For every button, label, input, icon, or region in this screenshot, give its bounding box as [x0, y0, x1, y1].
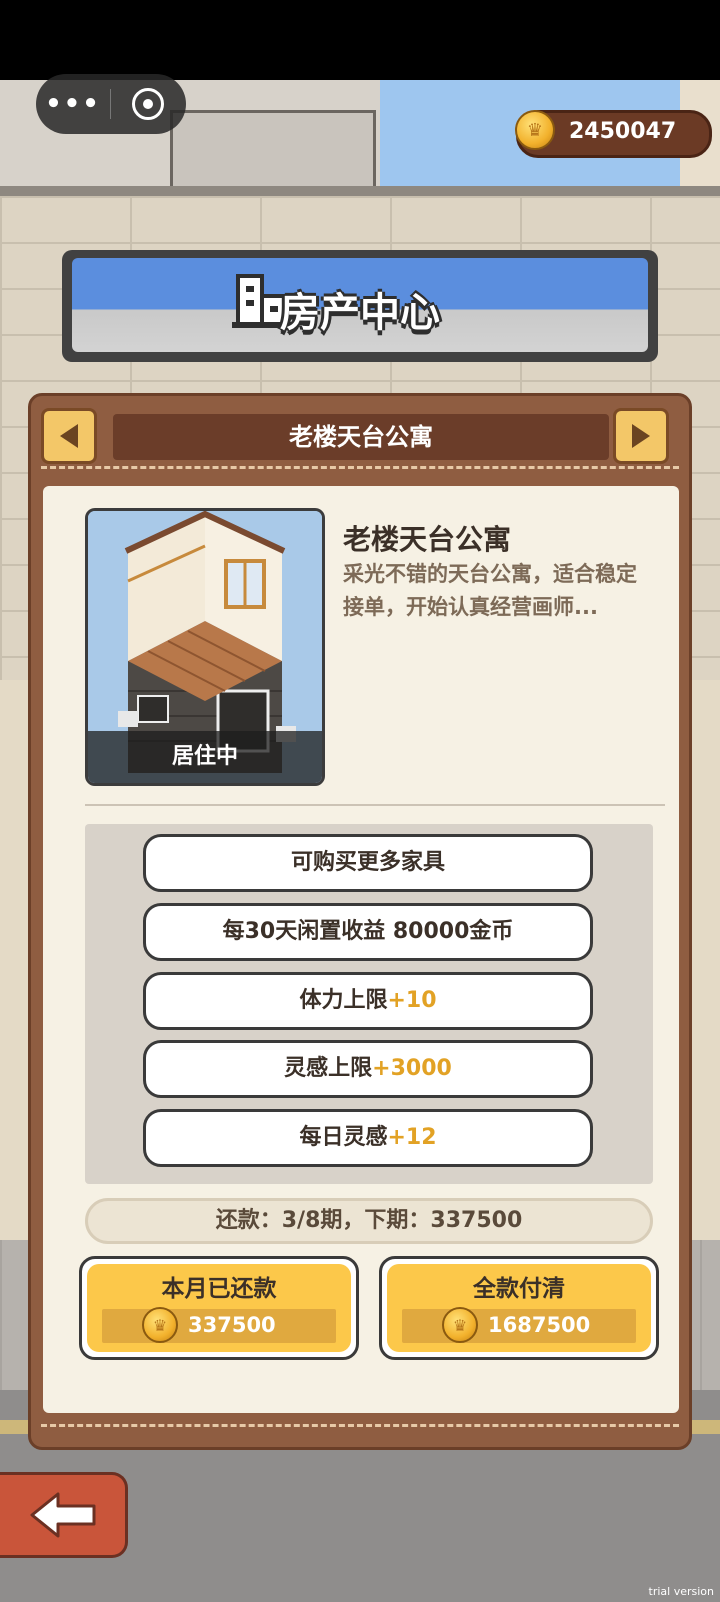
page-title: 房产中心 — [280, 290, 440, 336]
residence-status: 居住中 — [88, 731, 322, 783]
feature-item: 每30天闲置收益 80000金币 — [143, 903, 593, 961]
target-icon — [132, 88, 164, 120]
feature-item: 每日灵感+12 — [143, 1109, 593, 1167]
mini-program-capsule: ••• — [36, 74, 186, 134]
monthly-price: ♛ 337500 — [102, 1307, 336, 1343]
back-button[interactable] — [0, 1472, 128, 1558]
feature-item: 可购买更多家具 — [143, 834, 593, 892]
arrow-left-icon — [60, 424, 78, 448]
coin-counter: ♛ 2450047 — [515, 110, 712, 158]
close-program-button[interactable] — [111, 88, 185, 120]
next-property-button[interactable] — [613, 408, 669, 464]
property-description: 采光不错的天台公寓，适合稳定接单，开始认真经营画师... — [343, 562, 637, 619]
full-amount: 1687500 — [488, 1313, 591, 1337]
monthly-paid-label: 本月已还款 — [161, 1276, 277, 1302]
more-menu-button[interactable]: ••• — [36, 89, 110, 119]
feature-item: 体力上限+10 — [143, 972, 593, 1030]
arrow-right-icon — [632, 424, 650, 448]
coin-amount: 2450047 — [569, 119, 677, 144]
property-nameplate: 老楼天台公寓 — [113, 414, 609, 460]
pay-in-full-label: 全款付清 — [473, 1276, 565, 1302]
divider — [85, 804, 665, 806]
prev-property-button[interactable] — [41, 408, 97, 464]
monthly-amount: 337500 — [188, 1313, 276, 1337]
coin-icon: ♛ — [442, 1307, 478, 1343]
monthly-paid-button[interactable]: 本月已还款 ♛ 337500 — [79, 1256, 359, 1360]
pay-in-full-button[interactable]: 全款付清 ♛ 1687500 — [379, 1256, 659, 1360]
property-name: 老楼天台公寓 — [343, 523, 512, 556]
trial-watermark: trial version — [648, 1585, 714, 1598]
status-bar — [0, 0, 720, 80]
title-banner: 房产中心 — [62, 250, 658, 362]
coin-icon: ♛ — [515, 110, 555, 150]
property-panel: 老楼天台公寓 居住中 老楼天台公寓 采光不错的天台公寓，适合稳定接单，开始认真经… — [28, 393, 692, 1450]
property-card: 居住中 老楼天台公寓 采光不错的天台公寓，适合稳定接单，开始认真经营画师... … — [43, 486, 679, 1413]
back-arrow-icon — [30, 1492, 95, 1538]
coin-icon: ♛ — [142, 1307, 178, 1343]
property-image: 居住中 — [85, 508, 325, 786]
feature-list: 可购买更多家具 每30天闲置收益 80000金币 体力上限+10 灵感上限+30… — [85, 824, 653, 1184]
repayment-info: 还款：3/8期，下期：337500 — [85, 1198, 653, 1244]
full-price: ♛ 1687500 — [402, 1307, 636, 1343]
feature-item: 灵感上限+3000 — [143, 1040, 593, 1098]
